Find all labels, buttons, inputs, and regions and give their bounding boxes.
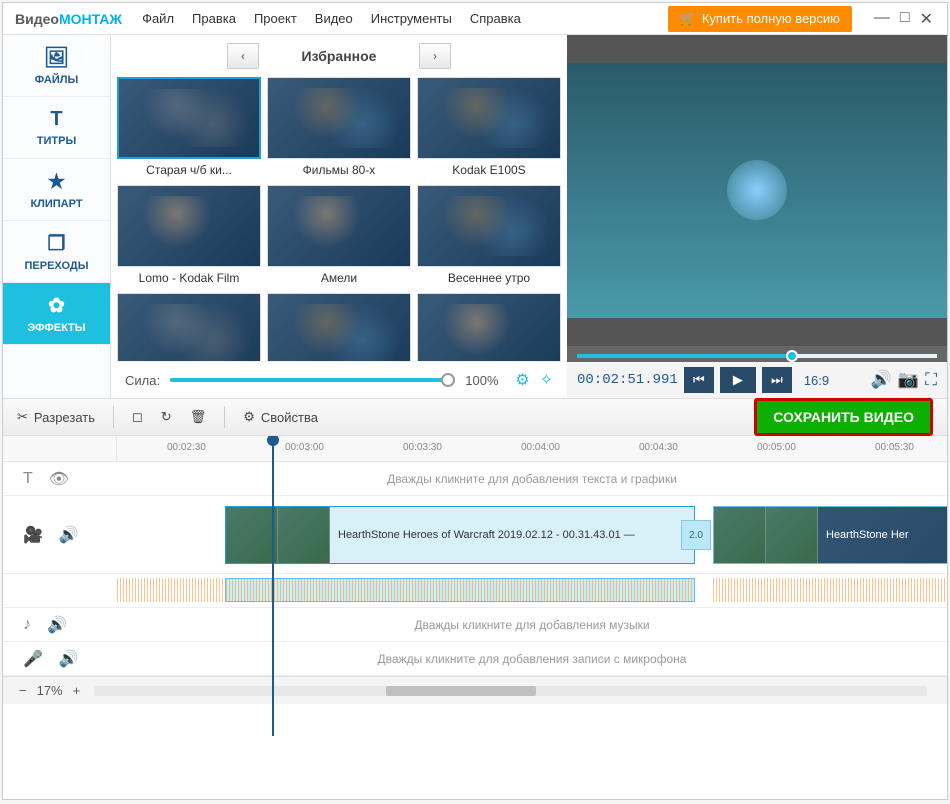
category-next-button[interactable]: › bbox=[419, 43, 451, 69]
ruler-tick: 00:05:30 bbox=[875, 442, 914, 453]
effect-item[interactable]: Kodak E100S bbox=[417, 77, 561, 183]
scissors-icon: ✂ bbox=[17, 409, 28, 425]
delete-button[interactable]: 🗑 bbox=[190, 409, 207, 425]
ruler-tick: 00:02:30 bbox=[167, 442, 206, 453]
rotate-icon: ↻ bbox=[161, 409, 172, 425]
text-track-icon: T bbox=[23, 470, 33, 488]
zoom-value: 17% bbox=[37, 683, 63, 698]
effect-item[interactable]: Lomo - Kodak Film bbox=[117, 185, 261, 291]
tab-clipart[interactable]: ★ КЛИПАРТ bbox=[3, 159, 110, 221]
cart-icon: 🛒 bbox=[680, 11, 696, 27]
visibility-icon[interactable]: 👁 bbox=[49, 469, 69, 489]
menu-tools[interactable]: Инструменты bbox=[371, 11, 452, 26]
effect-item[interactable]: Закат bbox=[117, 293, 261, 361]
music-track[interactable]: Дважды кликните для добавления музыки bbox=[117, 608, 947, 641]
transition-marker[interactable]: 2.0 bbox=[681, 520, 711, 550]
text-track[interactable]: Дважды кликните для добавления текста и … bbox=[117, 462, 947, 495]
ruler-tick: 00:05:00 bbox=[757, 442, 796, 453]
strength-slider[interactable] bbox=[170, 378, 455, 382]
video-clip[interactable]: HearthStone Heroes of Warcraft 2019.02.1… bbox=[225, 506, 695, 564]
skip-forward-icon: ⏭ bbox=[771, 372, 783, 388]
crop-icon: ◻ bbox=[132, 409, 143, 425]
strength-label: Сила: bbox=[125, 373, 160, 388]
effect-item[interactable]: Весеннее утро bbox=[417, 185, 561, 291]
volume-icon[interactable]: 🔊 bbox=[59, 649, 79, 669]
maximize-button[interactable]: □ bbox=[900, 9, 910, 29]
category-prev-button[interactable]: ‹ bbox=[227, 43, 259, 69]
preview-seek-bar[interactable] bbox=[577, 354, 937, 358]
chevron-left-icon: ‹ bbox=[241, 49, 245, 63]
properties-button[interactable]: ⚙ Свойства bbox=[243, 409, 318, 425]
tab-files[interactable]: 🖼 ФАЙЛЫ bbox=[3, 35, 110, 97]
ruler-tick: 00:04:00 bbox=[521, 442, 560, 453]
prev-frame-button[interactable]: ⏮ bbox=[684, 367, 714, 393]
ruler-tick: 00:03:00 bbox=[285, 442, 324, 453]
puzzle-icon: ✿ bbox=[48, 293, 65, 318]
trash-icon: 🗑 bbox=[190, 409, 207, 425]
settings-icon[interactable]: ⚙ bbox=[515, 370, 529, 390]
rotate-button[interactable]: ↻ bbox=[161, 409, 172, 425]
volume-icon[interactable]: 🔊 bbox=[59, 525, 79, 545]
ruler-tick: 00:04:30 bbox=[639, 442, 678, 453]
chevron-right-icon: › bbox=[433, 49, 437, 63]
effect-item[interactable]: Зеленые тона bbox=[267, 293, 411, 361]
tab-effects[interactable]: ✿ ЭФФЕКТЫ bbox=[3, 283, 110, 345]
ruler-tick: 00:03:30 bbox=[403, 442, 442, 453]
mic-track-icon: 🎤 bbox=[23, 649, 43, 669]
zoom-in-button[interactable]: + bbox=[73, 683, 81, 698]
star-icon: ★ bbox=[48, 169, 66, 194]
effect-item[interactable]: Старая ч/б ки... bbox=[117, 77, 261, 183]
gear-icon: ⚙ bbox=[243, 409, 255, 425]
play-button[interactable]: ▶ bbox=[720, 367, 756, 393]
volume-icon[interactable]: 🔊 bbox=[871, 370, 892, 390]
crop-button[interactable]: ◻ bbox=[132, 409, 143, 425]
menu-edit[interactable]: Правка bbox=[192, 11, 236, 26]
snapshot-icon[interactable]: 📷 bbox=[898, 370, 919, 390]
skip-back-icon: ⏮ bbox=[693, 372, 705, 388]
fullscreen-icon[interactable]: ⛶ bbox=[925, 370, 937, 390]
play-icon: ▶ bbox=[733, 372, 743, 388]
text-icon: T bbox=[50, 108, 62, 131]
video-track[interactable]: HearthStone Heroes of Warcraft 2019.02.1… bbox=[117, 496, 947, 573]
menu-file[interactable]: Файл bbox=[142, 11, 174, 26]
effect-category-title: Избранное bbox=[259, 44, 419, 68]
zoom-out-button[interactable]: − bbox=[19, 683, 27, 698]
music-track-icon: ♪ bbox=[23, 616, 31, 634]
tab-transitions[interactable]: ❐ ПЕРЕХОДЫ bbox=[3, 221, 110, 283]
wand-icon[interactable]: ✧ bbox=[540, 370, 553, 390]
tab-titles[interactable]: T ТИТРЫ bbox=[3, 97, 110, 159]
effect-item[interactable]: Золотая осень bbox=[417, 293, 561, 361]
next-frame-button[interactable]: ⏭ bbox=[762, 367, 792, 393]
layers-icon: ❐ bbox=[48, 231, 66, 256]
cut-button[interactable]: ✂ Разрезать bbox=[17, 409, 95, 425]
playhead[interactable] bbox=[272, 436, 274, 736]
audio-waveform-track[interactable] bbox=[117, 574, 947, 607]
mic-track[interactable]: Дважды кликните для добавления записи с … bbox=[117, 642, 947, 675]
menu-project[interactable]: Проект bbox=[254, 11, 297, 26]
aspect-ratio[interactable]: 16:9 bbox=[804, 373, 829, 388]
video-track-icon: 🎥 bbox=[23, 525, 43, 545]
video-preview bbox=[567, 35, 947, 346]
minimize-button[interactable]: — bbox=[874, 9, 890, 29]
close-button[interactable]: ✕ bbox=[920, 9, 933, 29]
volume-icon[interactable]: 🔊 bbox=[47, 615, 67, 635]
preview-timecode: 00:02:51.991 bbox=[577, 372, 678, 388]
save-video-button[interactable]: СОХРАНИТЬ ВИДЕО bbox=[754, 398, 933, 436]
buy-full-version-button[interactable]: 🛒 Купить полную версию bbox=[668, 6, 852, 32]
video-clip[interactable]: HearthStone Her bbox=[713, 506, 947, 564]
effect-item[interactable]: Фильмы 80-х bbox=[267, 77, 411, 183]
menu-video[interactable]: Видео bbox=[315, 11, 353, 26]
strength-value: 100% bbox=[465, 373, 505, 388]
effect-item[interactable]: Амели bbox=[267, 185, 411, 291]
image-icon: 🖼 bbox=[44, 45, 69, 70]
app-logo: ВидеоМОНТАЖ bbox=[3, 11, 134, 27]
menu-help[interactable]: Справка bbox=[470, 11, 521, 26]
timeline-scrollbar[interactable] bbox=[94, 686, 927, 696]
